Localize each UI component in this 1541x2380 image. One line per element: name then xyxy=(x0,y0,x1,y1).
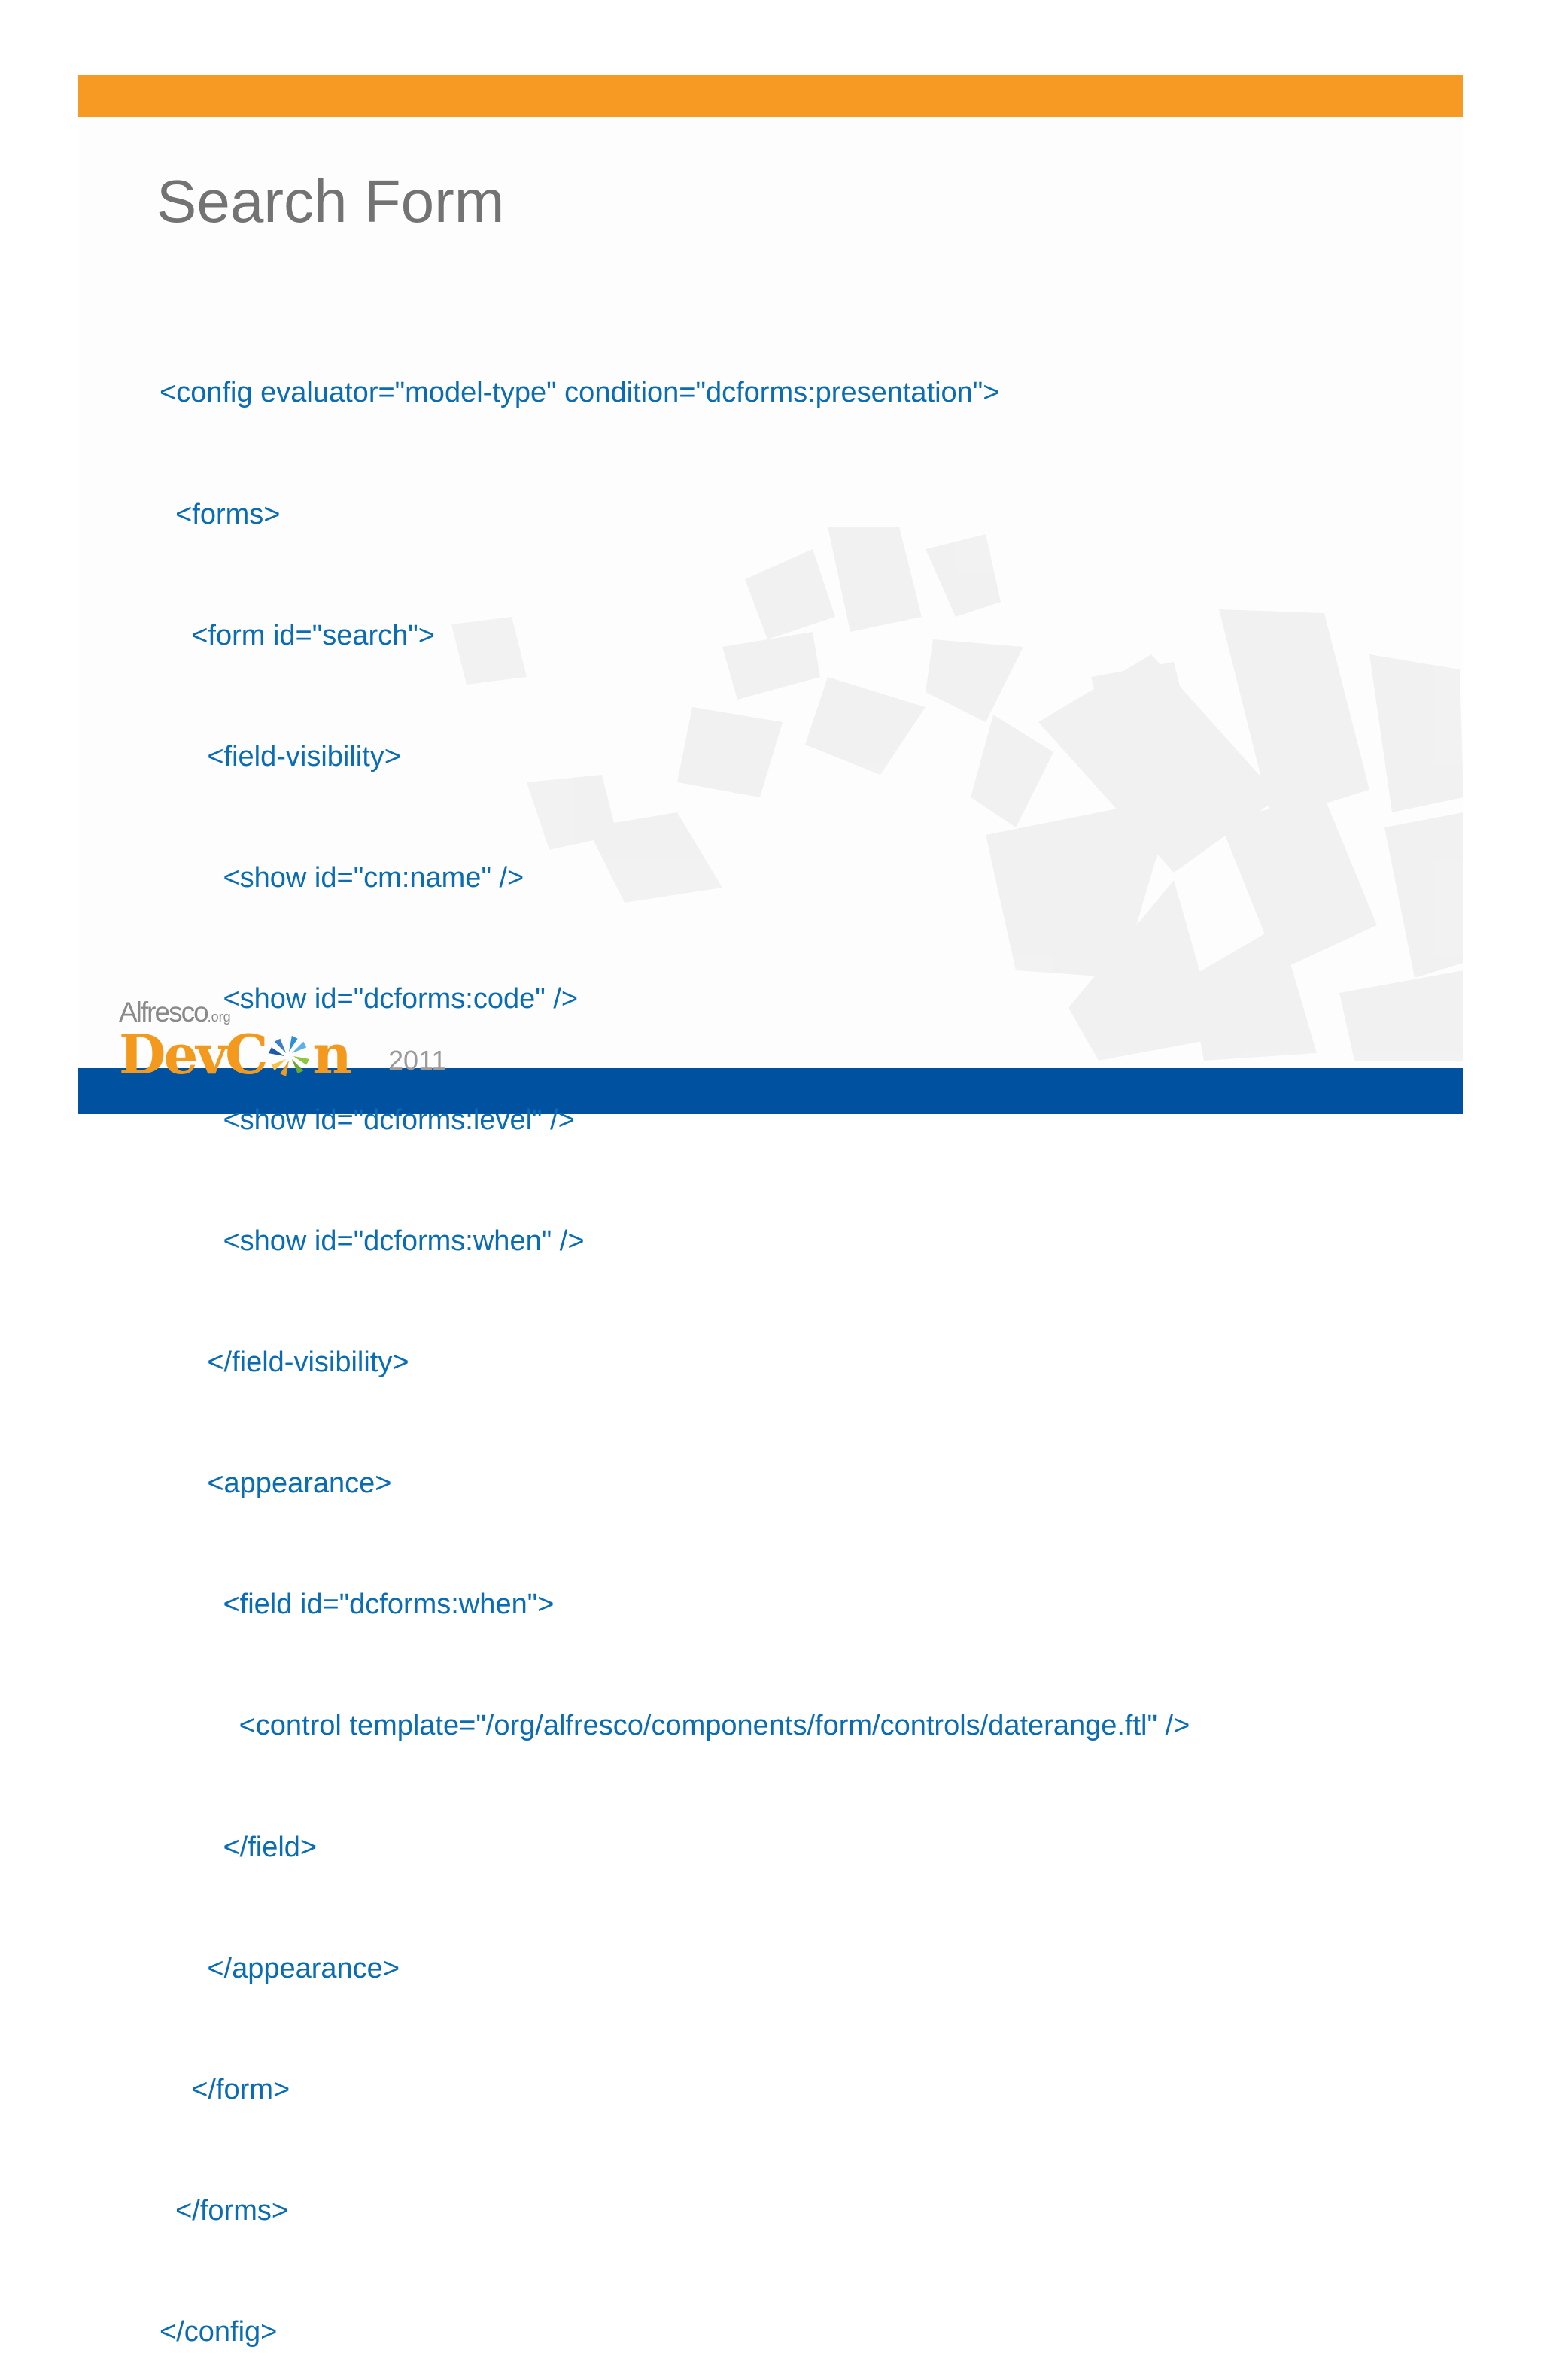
code-line: <config evaluator="model-type" condition… xyxy=(160,377,1000,409)
code-line: </form> xyxy=(160,2073,290,2105)
code-line: </config> xyxy=(160,2315,278,2348)
logo-word-right: n xyxy=(312,1022,351,1086)
slide-title: Search Form xyxy=(157,168,505,235)
code-block: <config evaluator="model-type" condition… xyxy=(160,293,1190,2380)
code-line: <field-visibility> xyxy=(160,740,401,773)
code-line: </field> xyxy=(160,1831,318,1863)
code-line: <show id="dcforms:when" /> xyxy=(160,1225,585,1258)
code-line: </field-visibility> xyxy=(160,1346,409,1379)
alfresco-devcon-logo: Alfresco.org Dev C n 2011 xyxy=(119,997,457,1082)
code-line: <appearance> xyxy=(160,1468,392,1500)
slide: Search Form <config evaluator="model-typ… xyxy=(0,0,1541,2348)
code-line: <control template="/org/alfresco/compone… xyxy=(160,1710,1190,1742)
code-line: </forms> xyxy=(160,2194,289,2227)
code-line: <show id="dcforms:level" /> xyxy=(160,1103,575,1136)
code-line: </appearance> xyxy=(160,1952,400,1984)
code-line: <show id="cm:name" /> xyxy=(160,861,524,894)
logo-word-c: C xyxy=(225,1022,268,1086)
pinwheel-icon xyxy=(269,1035,310,1077)
code-line: <forms> xyxy=(160,498,281,530)
top-accent-bar xyxy=(78,75,1463,117)
logo-word-left: Dev xyxy=(119,1022,227,1086)
logo-year: 2011 xyxy=(388,1045,447,1076)
code-line: <field id="dcforms:when"> xyxy=(160,1589,555,1621)
logo-devcon-wordmark: Dev C n xyxy=(119,1022,352,1086)
code-line: <form id="search"> xyxy=(160,619,435,651)
